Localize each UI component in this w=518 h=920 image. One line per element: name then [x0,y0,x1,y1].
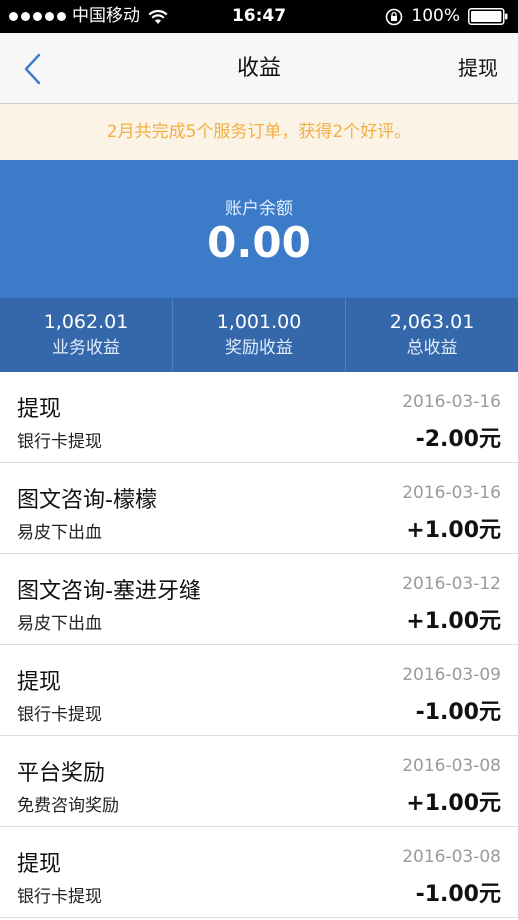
transaction-subtitle: 易皮下出血 [17,614,102,634]
transaction-date: 2016-03-09 [402,665,501,685]
stat-reward-earnings: 1,001.00 奖励收益 [173,298,346,372]
transaction-title: 提现 [17,397,62,422]
stat-label: 业务收益 [52,338,120,358]
transaction-title: 提现 [17,670,62,695]
balance-label: 账户余额 [225,199,293,219]
page-title: 收益 [236,56,281,81]
transaction-amount: +1.00元 [406,609,501,634]
balance-panel: 账户余额 0.00 [0,160,518,298]
battery-icon [468,8,508,25]
transaction-amount: +1.00元 [406,791,501,816]
transaction-row[interactable]: 图文咨询-塞进牙缝 易皮下出血 2016-03-12 +1.00元 [0,554,518,645]
transaction-title: 平台奖励 [17,761,106,786]
balance-value: 0.00 [207,218,311,267]
battery-percent: 100% [411,6,460,26]
stat-label: 奖励收益 [225,338,293,358]
transaction-row[interactable]: 提现 银行卡提现 2016-03-16 -2.00元 [0,372,518,463]
transaction-amount: -1.00元 [415,882,501,907]
transaction-date: 2016-03-08 [402,847,501,867]
nav-bar: 收益 提现 [0,33,518,104]
status-right: 100% [385,0,508,33]
stat-total-earnings: 2,063.01 总收益 [346,298,518,372]
transaction-subtitle: 银行卡提现 [17,705,102,725]
transaction-date: 2016-03-16 [402,392,501,412]
transaction-title: 图文咨询-塞进牙缝 [17,579,201,604]
transaction-date: 2016-03-08 [402,756,501,776]
transaction-subtitle: 免费咨询奖励 [17,796,119,816]
stat-value: 1,001.00 [216,311,302,333]
stat-value: 1,062.01 [43,311,129,333]
stat-value: 2,063.01 [389,311,475,333]
withdraw-button[interactable]: 提现 [458,33,498,104]
earnings-stats: 1,062.01 业务收益 1,001.00 奖励收益 2,063.01 总收益 [0,298,518,372]
transaction-row[interactable]: 提现 银行卡提现 2016-03-09 -1.00元 [0,645,518,736]
transaction-row[interactable]: 提现 银行卡提现 2016-03-08 -1.00元 [0,827,518,918]
transaction-date: 2016-03-12 [402,574,501,594]
stat-label: 总收益 [406,338,458,358]
transaction-title: 图文咨询-檬檬 [17,488,157,513]
transaction-row[interactable]: 平台奖励 免费咨询奖励 2016-03-08 +1.00元 [0,736,518,827]
transaction-subtitle: 易皮下出血 [17,523,102,543]
stat-business-earnings: 1,062.01 业务收益 [0,298,173,372]
transaction-row[interactable]: 图文咨询-檬檬 易皮下出血 2016-03-16 +1.00元 [0,463,518,554]
transaction-list: 提现 银行卡提现 2016-03-16 -2.00元 图文咨询-檬檬 易皮下出血… [0,372,518,918]
lock-rotation-icon [386,8,403,25]
transaction-subtitle: 银行卡提现 [17,432,102,452]
monthly-summary-notice: 2月共完成5个服务订单，获得2个好评。 [0,104,518,160]
transaction-amount: +1.00元 [406,518,501,543]
transaction-date: 2016-03-16 [402,483,501,503]
transaction-amount: -2.00元 [415,427,501,452]
transaction-amount: -1.00元 [415,700,501,725]
transaction-title: 提现 [17,852,62,877]
status-bar: 中国移动 16:47 100% [0,0,518,33]
transaction-subtitle: 银行卡提现 [17,887,102,907]
